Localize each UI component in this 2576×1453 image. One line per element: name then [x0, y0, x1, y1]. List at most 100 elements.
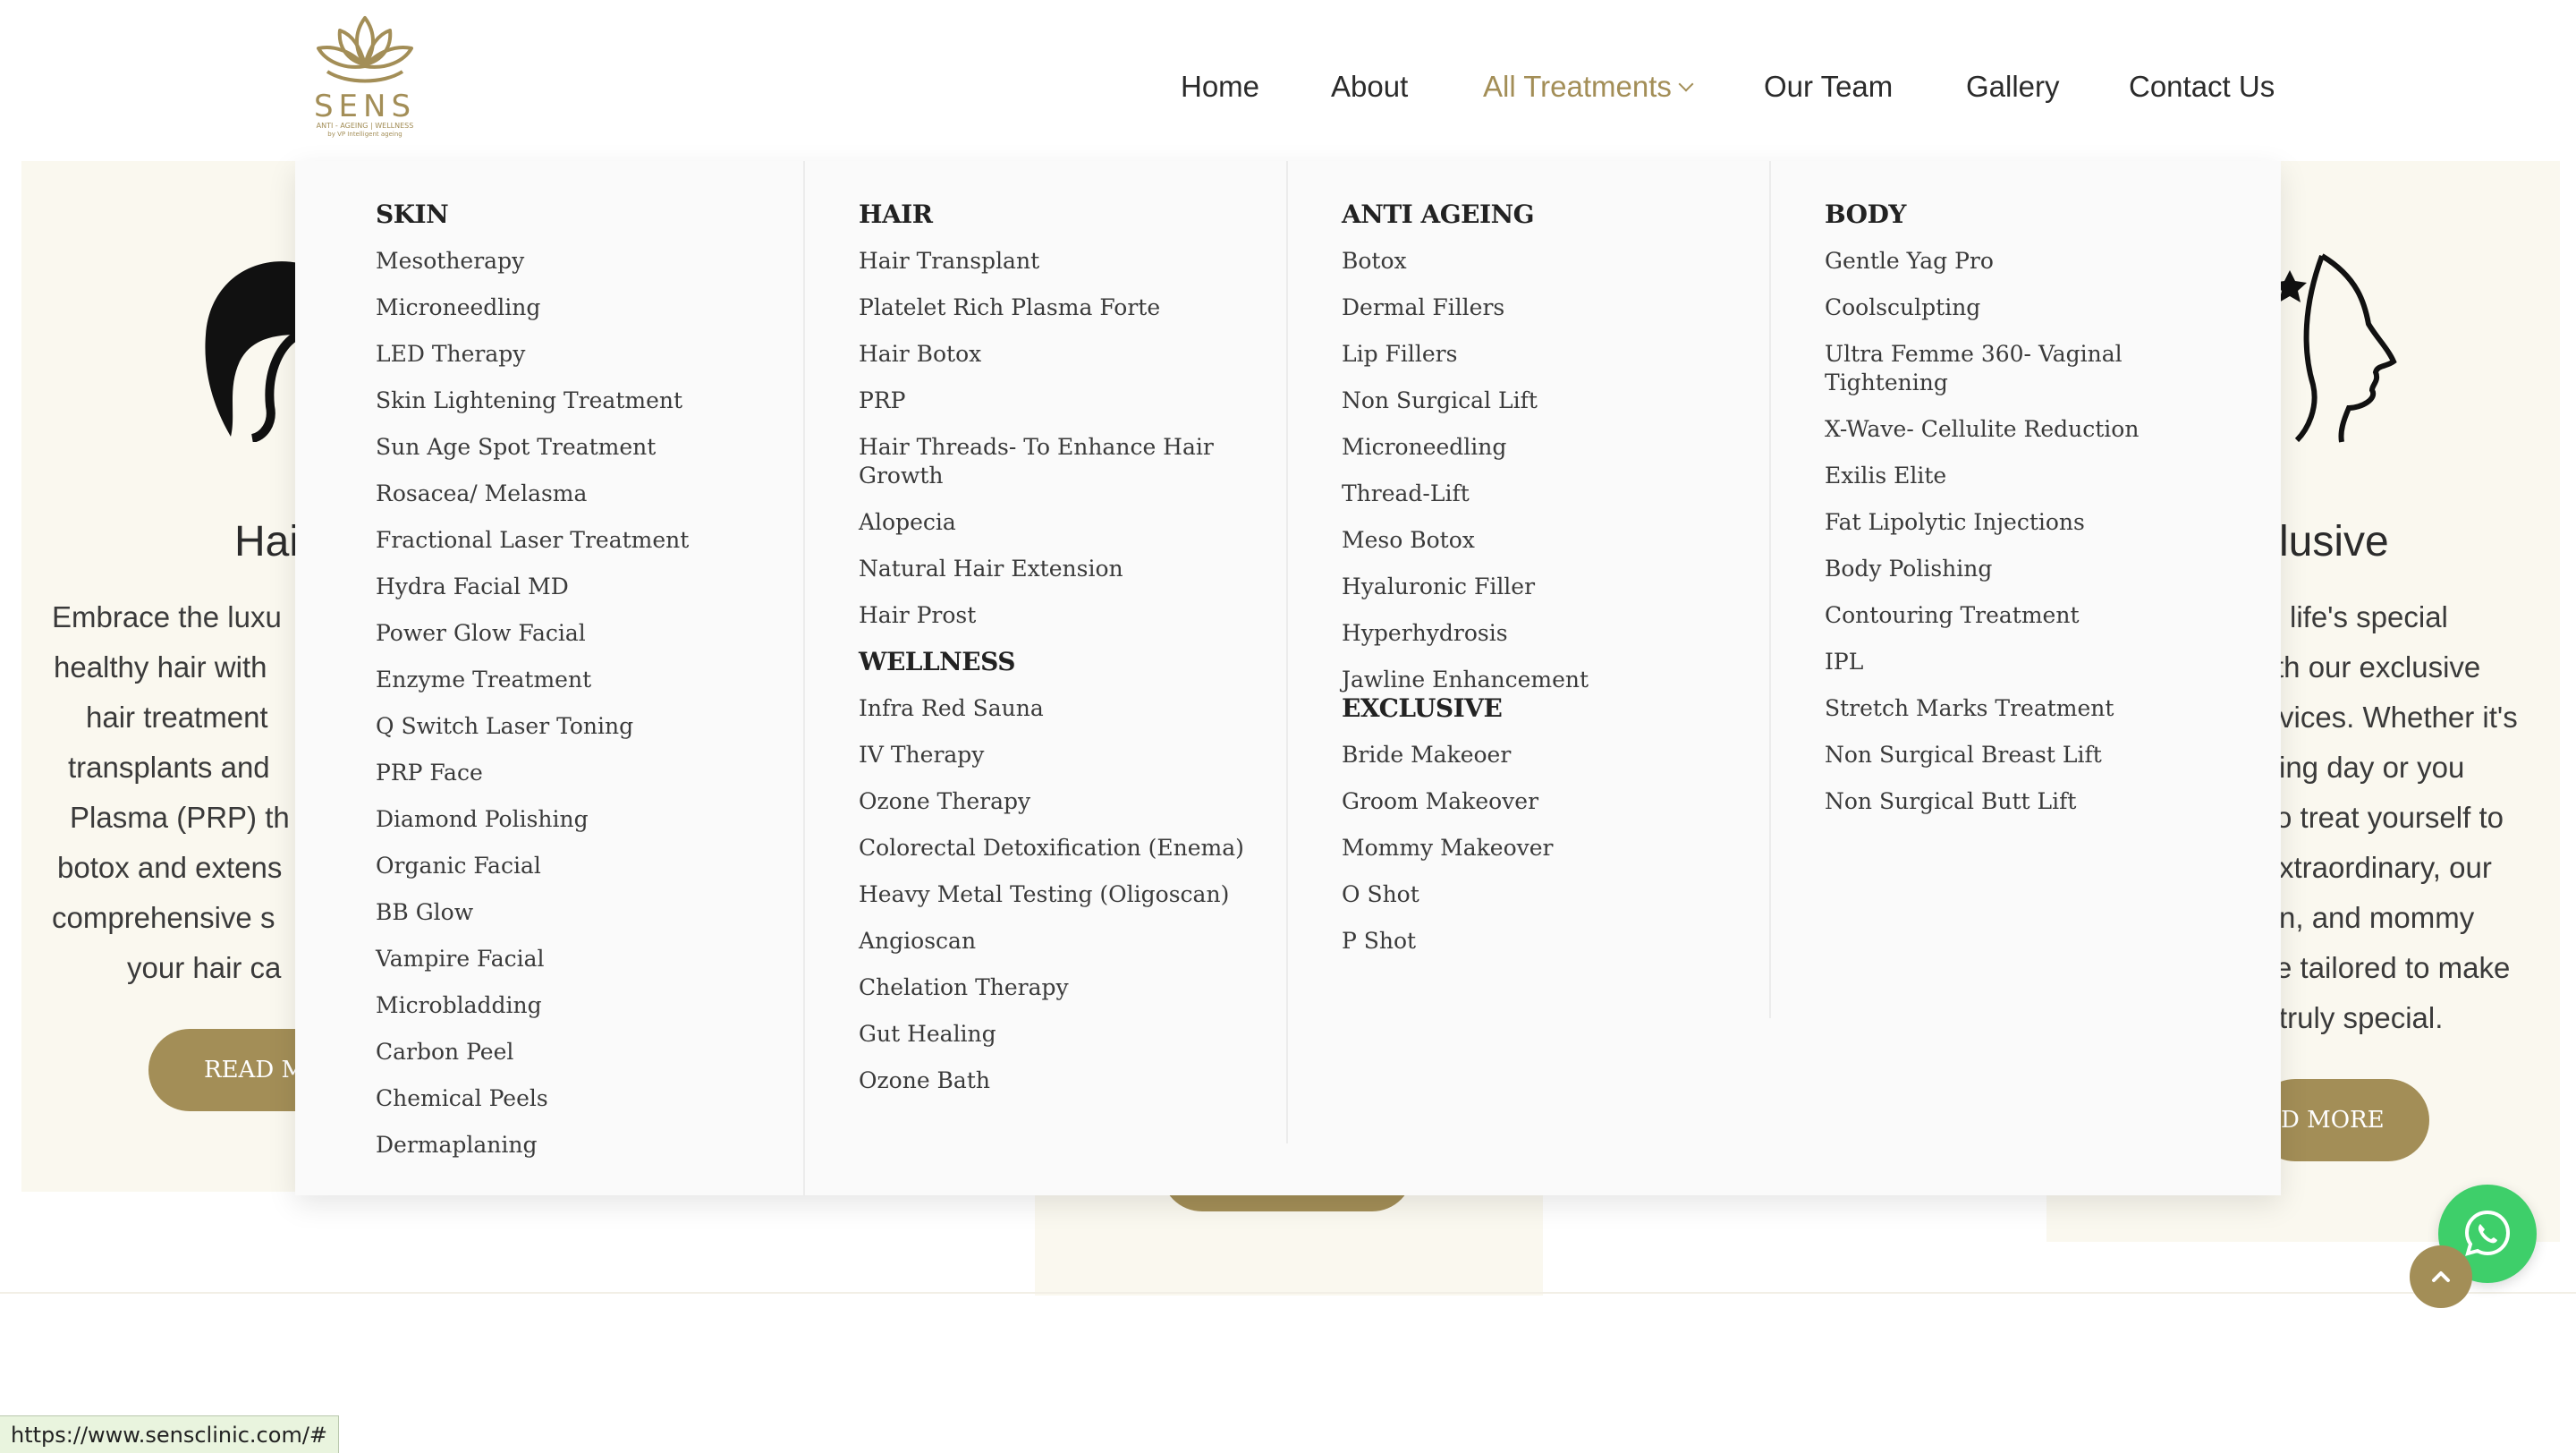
menu-link[interactable]: Ozone Therapy	[859, 787, 1030, 816]
menu-link[interactable]: Gentle Yag Pro	[1825, 247, 1994, 276]
menu-link[interactable]: Hair Threads- To Enhance Hair	[859, 433, 1214, 462]
menu-link[interactable]: Thread-Lift	[1342, 480, 1470, 508]
menu-link[interactable]: IPL	[1825, 648, 1863, 676]
menu-link[interactable]: Angioscan	[859, 927, 976, 956]
nav-about[interactable]: About	[1331, 64, 1408, 109]
menu-link[interactable]: Chelation Therapy	[859, 973, 1069, 1002]
menu-link[interactable]: Tightening	[1825, 369, 1948, 397]
nav-gallery[interactable]: Gallery	[1966, 64, 2060, 109]
menu-link[interactable]: Growth	[859, 462, 944, 490]
whatsapp-icon	[2464, 1210, 2511, 1256]
menu-column-divider	[803, 161, 805, 1195]
menu-link[interactable]: Natural Hair Extension	[859, 555, 1123, 583]
menu-link[interactable]: Vampire Facial	[376, 945, 545, 973]
menu-link[interactable]: Rosacea/ Melasma	[376, 480, 587, 508]
menu-link[interactable]: Microbladding	[376, 991, 542, 1020]
exclusive-card-text-line: truly special.	[2279, 1001, 2444, 1034]
hair-card-text-line: Embrace the luxu	[52, 600, 282, 633]
hair-silhouette-icon	[205, 261, 301, 442]
menu-link[interactable]: Enzyme Treatment	[376, 666, 591, 694]
menu-link[interactable]: Dermaplaning	[376, 1131, 538, 1160]
hair-card-text-line: Plasma (PRP) th	[70, 801, 290, 834]
menu-link[interactable]: Mesotherapy	[376, 247, 524, 276]
menu-link[interactable]: LED Therapy	[376, 340, 525, 369]
menu-link[interactable]: Contouring Treatment	[1825, 601, 2080, 630]
menu-link[interactable]: X-Wave- Cellulite Reduction	[1825, 415, 2139, 444]
menu-link[interactable]: Hydra Facial MD	[376, 573, 569, 601]
menu-link[interactable]: Alopecia	[859, 508, 956, 537]
hair-card-text-line: botox and extens	[57, 851, 283, 884]
menu-link[interactable]: Carbon Peel	[376, 1038, 513, 1066]
menu-link[interactable]: Infra Red Sauna	[859, 694, 1044, 723]
menu-link[interactable]: Body Polishing	[1825, 555, 1992, 583]
menu-link[interactable]: IV Therapy	[859, 741, 984, 769]
menu-link[interactable]: Microneedling	[376, 293, 540, 322]
menu-link[interactable]: Power Glow Facial	[376, 619, 586, 648]
menu-link[interactable]: Groom Makeover	[1342, 787, 1538, 816]
exclusive-card-text-line: th our exclusive	[2275, 650, 2481, 684]
menu-link[interactable]: Fat Lipolytic Injections	[1825, 508, 2085, 537]
menu-link[interactable]: Chemical Peels	[376, 1084, 548, 1113]
section-divider	[0, 1292, 2576, 1294]
menu-heading-wellness[interactable]: WELLNESS	[859, 644, 1015, 680]
menu-link[interactable]: Organic Facial	[376, 852, 541, 880]
menu-link[interactable]: O Shot	[1342, 880, 1419, 909]
menu-link[interactable]: Diamond Polishing	[376, 805, 589, 834]
menu-link[interactable]: Exilis Elite	[1825, 462, 1946, 490]
menu-link[interactable]: Stretch Marks Treatment	[1825, 694, 2114, 723]
menu-link[interactable]: Platelet Rich Plasma Forte	[859, 293, 1160, 322]
nav-our-team[interactable]: Our Team	[1764, 64, 1893, 109]
menu-link[interactable]: Hair Transplant	[859, 247, 1039, 276]
menu-heading-exclusive[interactable]: EXCLUSIVE	[1342, 691, 1503, 726]
menu-link[interactable]: Non Surgical Lift	[1342, 387, 1538, 415]
menu-heading-anti-ageing[interactable]: ANTI AGEING	[1342, 197, 1535, 233]
menu-link[interactable]: P Shot	[1342, 927, 1416, 956]
menu-link[interactable]: Skin Lightening Treatment	[376, 387, 682, 415]
menu-link[interactable]: Mommy Makeover	[1342, 834, 1554, 862]
menu-link[interactable]: Dermal Fillers	[1342, 293, 1504, 322]
menu-column-divider	[1769, 161, 1771, 1018]
menu-link[interactable]: Meso Botox	[1342, 526, 1475, 555]
menu-link[interactable]: Ozone Bath	[859, 1066, 990, 1095]
menu-link[interactable]: Hyperhydrosis	[1342, 619, 1508, 648]
nav-all-treatments[interactable]: All Treatments	[1483, 64, 1694, 109]
chevron-down-icon	[1678, 76, 1694, 92]
scroll-to-top-button[interactable]	[2410, 1245, 2472, 1308]
menu-link[interactable]: Non Surgical Butt Lift	[1825, 787, 2076, 816]
menu-link[interactable]: Botox	[1342, 247, 1407, 276]
nav-home[interactable]: Home	[1181, 64, 1259, 109]
hair-card-text-line: hair treatment	[86, 701, 268, 734]
exclusive-card-text-line: o treat yourself to	[2275, 801, 2504, 834]
menu-link[interactable]: Ultra Femme 360- Vaginal	[1825, 340, 2123, 369]
logo-subtitle: by VP Intelligent ageing	[327, 131, 402, 138]
menu-link[interactable]: Hair Botox	[859, 340, 981, 369]
menu-heading-body[interactable]: BODY	[1825, 197, 1906, 233]
menu-link[interactable]: Hyaluronic Filler	[1342, 573, 1535, 601]
menu-link[interactable]: Hair Prost	[859, 601, 976, 630]
hair-card-title: Hai	[234, 518, 300, 565]
menu-heading-skin[interactable]: SKIN	[376, 197, 449, 233]
nav-contact-us[interactable]: Contact Us	[2129, 64, 2275, 109]
menu-link[interactable]: Fractional Laser Treatment	[376, 526, 689, 555]
menu-column-divider	[1286, 161, 1288, 1143]
menu-link[interactable]: Colorectal Detoxification (Enema)	[859, 834, 1244, 862]
menu-link[interactable]: Microneedling	[1342, 433, 1506, 462]
menu-heading-hair[interactable]: HAIR	[859, 197, 933, 233]
menu-link[interactable]: Non Surgical Breast Lift	[1825, 741, 2102, 769]
menu-link[interactable]: Lip Fillers	[1342, 340, 1457, 369]
menu-link[interactable]: Sun Age Spot Treatment	[376, 433, 656, 462]
sens-logo[interactable]: SENS ANTI - AGEING | WELLNESS by VP Inte…	[302, 13, 428, 150]
hair-card-text-line: transplants and	[68, 751, 270, 784]
menu-link[interactable]: BB Glow	[376, 898, 473, 927]
menu-link[interactable]: Q Switch Laser Toning	[376, 712, 633, 741]
menu-link[interactable]: Heavy Metal Testing (Oligoscan)	[859, 880, 1229, 909]
exclusive-card-text-line: xtraordinary, our	[2279, 851, 2492, 884]
menu-link[interactable]: Gut Healing	[859, 1020, 996, 1049]
treatments-mega-menu: SKIN Mesotherapy Microneedling LED Therapy…	[295, 161, 2281, 1195]
menu-link[interactable]: PRP Face	[376, 759, 483, 787]
exclusive-card-text-line: life's special	[2290, 600, 2448, 633]
menu-link[interactable]: Bride Makeoer	[1342, 741, 1511, 769]
menu-link[interactable]: Coolsculpting	[1825, 293, 1980, 322]
menu-link[interactable]: PRP	[859, 387, 905, 415]
exclusive-card-text-line: n, and mommy	[2279, 901, 2475, 934]
